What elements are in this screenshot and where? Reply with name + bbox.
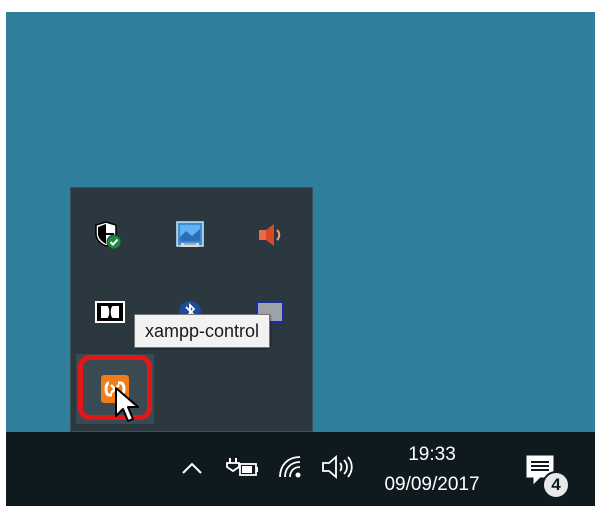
dolby-tray-item[interactable] bbox=[80, 282, 140, 342]
tooltip-text: xampp-control bbox=[145, 320, 260, 341]
show-hidden-icons-button[interactable] bbox=[178, 454, 206, 482]
wifi-icon bbox=[279, 456, 301, 478]
windows-defender-icon bbox=[95, 221, 122, 250]
battery-icon bbox=[226, 458, 258, 476]
chevron-up-icon bbox=[182, 462, 202, 474]
mouse-cursor-icon bbox=[115, 387, 139, 422]
notification-count-badge: 4 bbox=[542, 471, 570, 499]
intel-graphics-icon bbox=[176, 221, 204, 247]
windows-defender-tray-item[interactable] bbox=[78, 205, 138, 265]
volume-button[interactable] bbox=[318, 450, 356, 484]
intel-graphics-tray-item[interactable] bbox=[160, 205, 220, 265]
clock-time: 19:33 bbox=[408, 444, 456, 465]
power-button[interactable] bbox=[222, 452, 262, 482]
volume-red-icon bbox=[259, 224, 281, 246]
speaker-icon bbox=[322, 455, 353, 479]
xampp-tooltip: xampp-control bbox=[134, 314, 271, 348]
dolby-icon bbox=[95, 301, 125, 323]
volume-tray-item[interactable] bbox=[240, 205, 300, 265]
taskbar-clock[interactable]: 19:33 09/09/2017 bbox=[362, 444, 502, 496]
clock-date: 09/09/2017 bbox=[384, 474, 480, 495]
network-button[interactable] bbox=[274, 450, 308, 484]
